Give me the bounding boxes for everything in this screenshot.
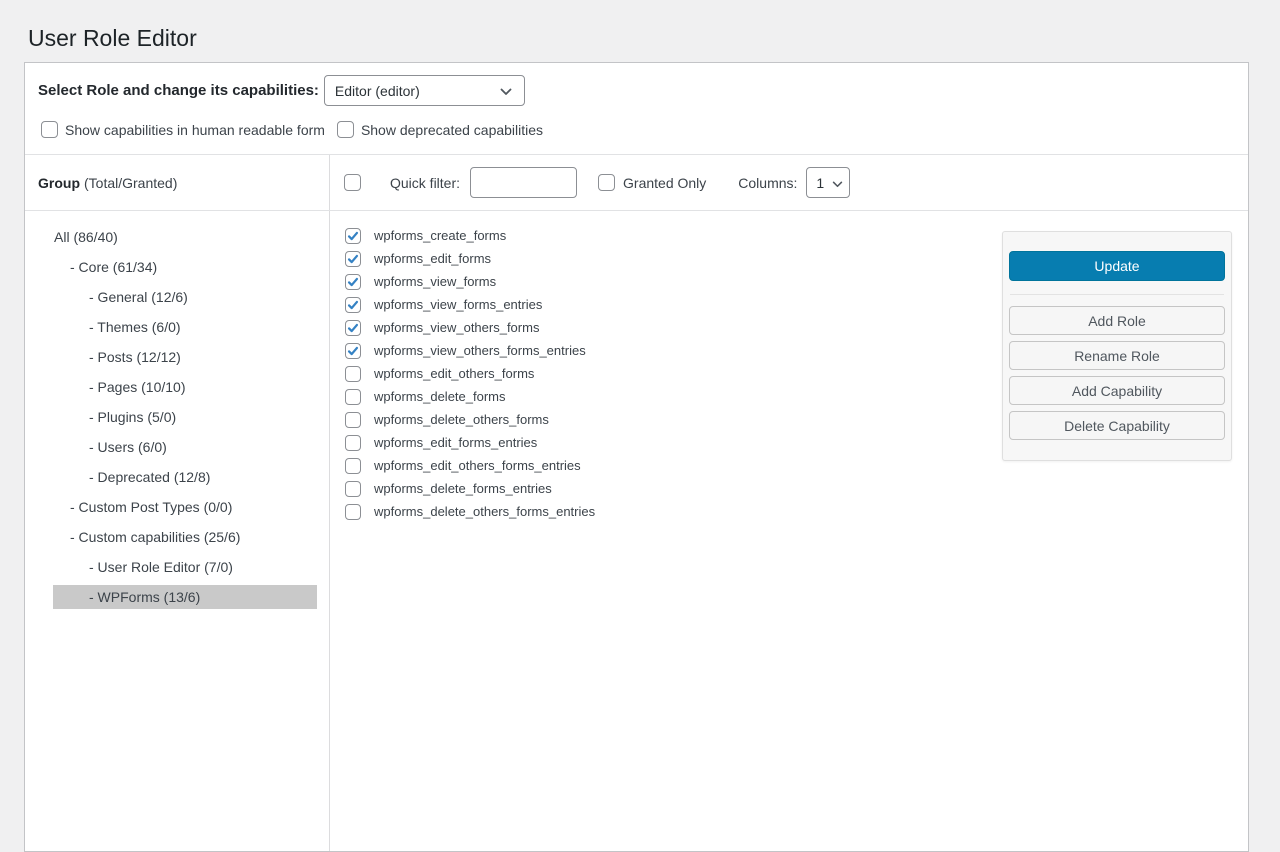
capability-label: wpforms_delete_forms_entries [374,481,552,496]
tree-item[interactable]: - WPForms (13/6) [53,585,317,609]
capability-label: wpforms_view_forms [374,274,496,289]
tree-item[interactable]: - Custom Post Types (0/0) [53,495,317,519]
quick-filter-input[interactable] [470,167,577,198]
group-header-bold: Group [38,175,80,191]
capability-label: wpforms_delete_others_forms_entries [374,504,595,519]
capability-checkbox[interactable] [345,504,361,520]
tree-item-label: - WPForms (13/6) [89,589,200,605]
chevron-down-icon [832,175,843,191]
tree-item-label: - Plugins (5/0) [89,409,176,425]
capability-label: wpforms_view_others_forms [374,320,539,335]
show-deprecated-checkbox[interactable] [337,121,354,138]
tree-item[interactable]: - Themes (6/0) [53,315,317,339]
capability-label: wpforms_edit_forms [374,251,491,266]
capability-checkbox[interactable] [345,274,361,290]
capability-label: wpforms_create_forms [374,228,506,243]
capabilities-area: wpforms_create_forms wpforms_edit_forms … [330,211,1248,851]
group-header: Group (Total/Granted) [25,155,330,210]
capability-checkbox[interactable] [345,251,361,267]
capability-label: wpforms_edit_others_forms [374,366,534,381]
header-band: Group (Total/Granted) Quick filter: Gran… [25,155,1248,211]
tree-item-label: - User Role Editor (7/0) [89,559,233,575]
groups-tree: All (86/40) - Core (61/34) - General (12/6… [25,211,330,851]
update-button[interactable]: Update [1009,251,1225,281]
group-header-rest: (Total/Granted) [84,175,177,191]
capability-row: wpforms_delete_others_forms_entries [345,500,1248,523]
capability-checkbox[interactable] [345,458,361,474]
tree-item-label: - Pages (10/10) [89,379,186,395]
granted-only-checkbox[interactable] [598,174,615,191]
role-select[interactable]: Editor (editor) [324,75,525,106]
delete-capability-button[interactable]: Delete Capability [1009,411,1225,440]
tree-item[interactable]: All (86/40) [53,225,317,249]
capability-row: wpforms_delete_forms_entries [345,477,1248,500]
human-readable-checkbox[interactable] [41,121,58,138]
page-title: User Role Editor [28,24,197,53]
tree-item-label: - Users (6/0) [89,439,167,455]
show-deprecated-label: Show deprecated capabilities [361,122,543,138]
role-select-value: Editor (editor) [335,83,420,99]
capability-checkbox[interactable] [345,228,361,244]
quick-filter-label: Quick filter: [390,175,460,191]
capability-checkbox[interactable] [345,297,361,313]
tree-item-label: - Core (61/34) [70,259,157,275]
capability-checkbox[interactable] [345,412,361,428]
capability-label: wpforms_view_others_forms_entries [374,343,586,358]
tree-item-label: - Custom capabilities (25/6) [70,529,240,545]
capability-checkbox[interactable] [345,366,361,382]
add-capability-button[interactable]: Add Capability [1009,376,1225,405]
tree-item-label: - Custom Post Types (0/0) [70,499,232,515]
capability-checkbox[interactable] [345,389,361,405]
role-selection-section: Select Role and change its capabilities:… [25,63,1248,155]
actions-panel: Update Add Role Rename Role Add Capabili… [1002,231,1232,461]
tree-item-label: - Posts (12/12) [89,349,181,365]
capability-checkbox[interactable] [345,343,361,359]
tree-item[interactable]: - Users (6/0) [53,435,317,459]
tree-item[interactable]: - Pages (10/10) [53,375,317,399]
columns-label: Columns: [738,175,797,191]
tree-item-label: - General (12/6) [89,289,188,305]
chevron-down-icon [500,83,512,99]
capability-checkbox[interactable] [345,481,361,497]
capability-label: wpforms_edit_others_forms_entries [374,458,581,473]
tree-item-label: - Deprecated (12/8) [89,469,210,485]
tree-item[interactable]: - Core (61/34) [53,255,317,279]
capability-label: wpforms_view_forms_entries [374,297,542,312]
human-readable-label: Show capabilities in human readable form [65,122,325,138]
filter-bar: Quick filter: Granted Only Columns: 1 [330,155,1248,210]
tree-item[interactable]: - General (12/6) [53,285,317,309]
body-row: All (86/40) - Core (61/34) - General (12/6… [25,211,1248,851]
tree-item[interactable]: - Posts (12/12) [53,345,317,369]
capability-label: wpforms_edit_forms_entries [374,435,537,450]
add-role-button[interactable]: Add Role [1009,306,1225,335]
capability-checkbox[interactable] [345,435,361,451]
tree-item[interactable]: - User Role Editor (7/0) [53,555,317,579]
granted-only-label: Granted Only [623,175,706,191]
tree-item[interactable]: - Custom capabilities (25/6) [53,525,317,549]
user-role-editor-panel: Select Role and change its capabilities:… [24,62,1249,852]
actions-separator [1010,294,1224,295]
tree-item-label: All (86/40) [54,229,118,245]
select-role-label: Select Role and change its capabilities: [38,82,319,99]
tree-item[interactable]: - Deprecated (12/8) [53,465,317,489]
capability-label: wpforms_delete_forms [374,389,506,404]
tree-item[interactable]: - Plugins (5/0) [53,405,317,429]
capability-checkbox[interactable] [345,320,361,336]
rename-role-button[interactable]: Rename Role [1009,341,1225,370]
capability-label: wpforms_delete_others_forms [374,412,549,427]
columns-select[interactable]: 1 [806,167,850,198]
select-all-checkbox[interactable] [344,174,361,191]
columns-select-value: 1 [816,175,824,191]
tree-item-label: - Themes (6/0) [89,319,181,335]
